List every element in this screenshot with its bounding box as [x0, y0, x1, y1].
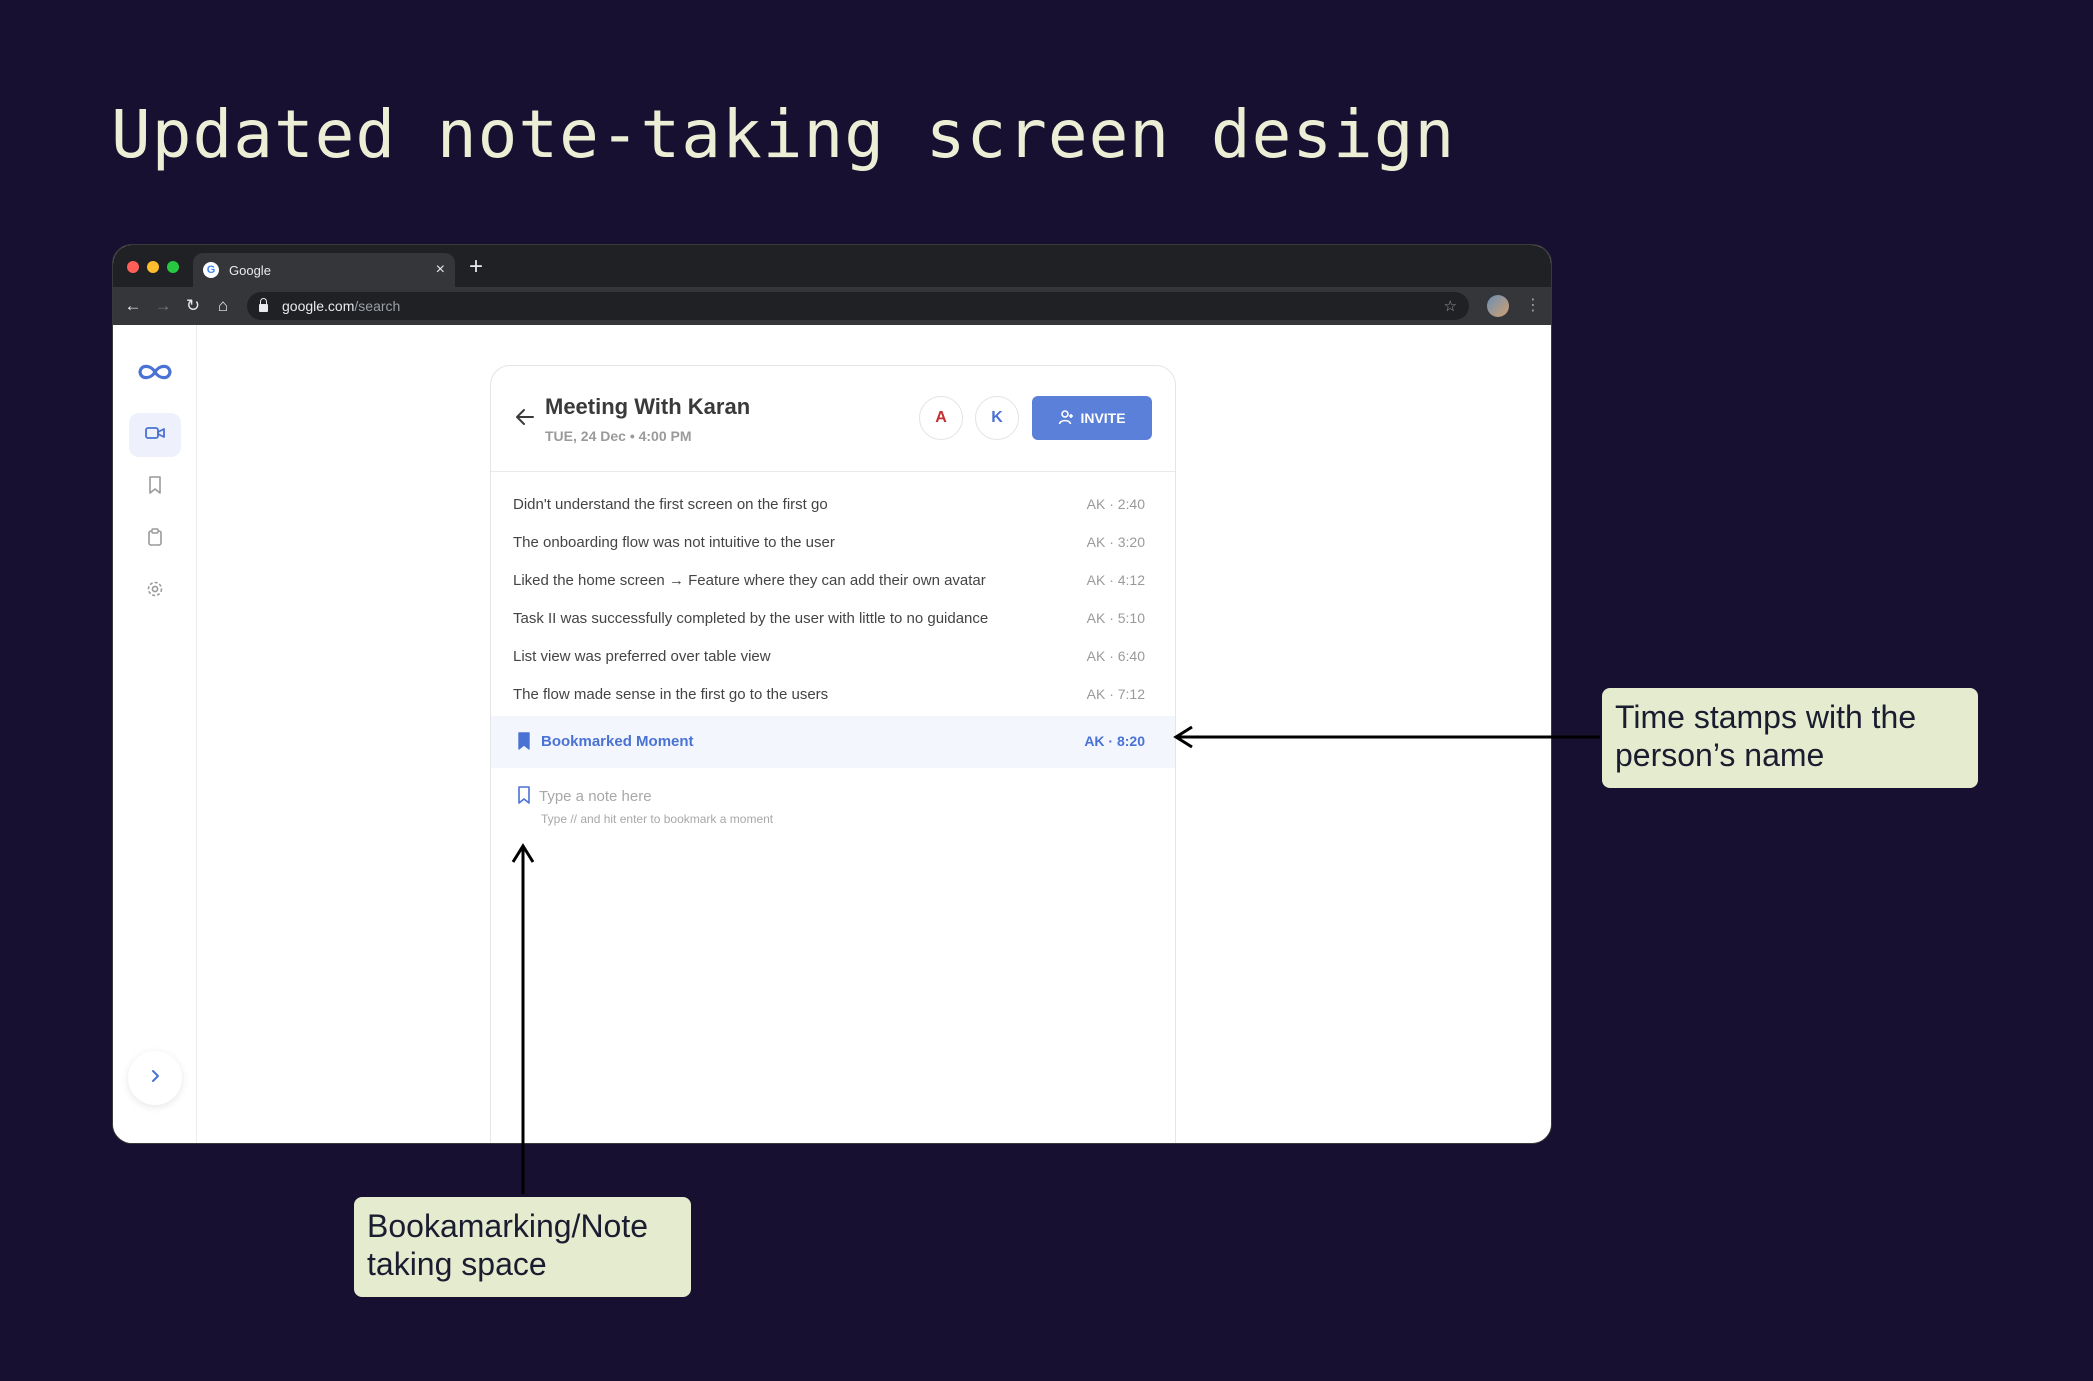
- note-timestamp: AK · 7:12: [1086, 686, 1145, 702]
- home-icon[interactable]: ⌂: [213, 296, 233, 316]
- app-area: Meeting With Karan TUE, 24 Dec • 4:00 PM…: [113, 325, 1551, 1143]
- tab-title: Google: [229, 262, 271, 278]
- sidebar-item-settings[interactable]: [129, 569, 181, 613]
- add-user-icon: [1058, 409, 1074, 428]
- note-text: Liked the home screen → Feature where th…: [513, 572, 986, 589]
- chevron-right-icon: [150, 1069, 160, 1088]
- note-timestamp: AK · 3:20: [1086, 534, 1145, 550]
- expand-sidebar-button[interactable]: [128, 1051, 182, 1105]
- note-input-hint: Type // and hit enter to bookmark a mome…: [541, 812, 774, 826]
- forward-icon[interactable]: →: [153, 296, 173, 316]
- browser-toolbar: ← → ↻ ⌂ google.com/search ☆ ⋮: [113, 287, 1551, 325]
- timestamps-annotation: Time stamps with the person’s name: [1602, 688, 1978, 788]
- address-bar[interactable]: google.com/search ☆: [247, 292, 1469, 320]
- note-text: List view was preferred over table view: [513, 648, 771, 665]
- note-row[interactable]: The onboarding flow was not intuitive to…: [491, 524, 1175, 562]
- invite-label: INVITE: [1080, 410, 1126, 426]
- note-text: Task II was successfully completed by th…: [513, 610, 989, 627]
- browser-tab-bar: G Google × +: [113, 245, 1551, 287]
- bookmark-timestamp: AK · 8:20: [1084, 733, 1145, 749]
- sidebar-item-bookmarks[interactable]: [129, 465, 181, 509]
- close-window-button[interactable]: [127, 261, 139, 273]
- bookmark-label: Bookmarked Moment: [541, 733, 694, 750]
- maximize-window-button[interactable]: [167, 261, 179, 273]
- minimize-window-button[interactable]: [147, 261, 159, 273]
- meeting-header: Meeting With Karan TUE, 24 Dec • 4:00 PM…: [491, 366, 1175, 472]
- browser-window: G Google × + ← → ↻ ⌂ google.com/search ☆…: [112, 244, 1552, 1144]
- note-space-annotation: Bookamarking/Note taking space: [354, 1197, 691, 1297]
- note-text: The flow made sense in the first go to t…: [513, 686, 829, 703]
- note-timestamp: AK · 6:40: [1086, 648, 1145, 664]
- infinity-logo-icon: [135, 361, 175, 388]
- note-timestamp: AK · 2:40: [1086, 496, 1145, 512]
- note-row[interactable]: List view was preferred over table view …: [491, 638, 1175, 676]
- sidebar: [113, 325, 197, 1143]
- note-input[interactable]: [539, 786, 939, 806]
- note-timestamp: AK · 5:10: [1086, 610, 1145, 626]
- video-icon: [145, 425, 165, 446]
- google-favicon-icon: G: [203, 262, 219, 278]
- url-path: /search: [354, 298, 401, 314]
- meeting-notes-card: Meeting With Karan TUE, 24 Dec • 4:00 PM…: [490, 365, 1176, 1143]
- sidebar-item-notes[interactable]: [129, 517, 181, 561]
- new-tab-button[interactable]: +: [469, 253, 483, 281]
- sidebar-item-meetings[interactable]: [129, 413, 181, 457]
- browser-menu-icon[interactable]: ⋮: [1525, 295, 1541, 315]
- participant-avatar[interactable]: K: [975, 396, 1019, 440]
- participant-avatar[interactable]: A: [919, 396, 963, 440]
- note-row[interactable]: The flow made sense in the first go to t…: [491, 676, 1175, 714]
- slide-title: Updated note-taking screen design: [111, 96, 1456, 173]
- back-arrow-icon[interactable]: [515, 408, 535, 431]
- bookmark-icon: [148, 475, 162, 499]
- tab-close-icon[interactable]: ×: [436, 261, 445, 279]
- note-row[interactable]: Task II was successfully completed by th…: [491, 600, 1175, 638]
- note-row[interactable]: Didn't understand the first screen on th…: [491, 486, 1175, 524]
- star-icon[interactable]: ☆: [1444, 297, 1457, 315]
- meeting-title: Meeting With Karan: [545, 394, 751, 419]
- bookmark-icon[interactable]: [517, 786, 531, 809]
- lock-icon: [259, 298, 268, 312]
- invite-button[interactable]: INVITE: [1032, 396, 1152, 440]
- bookmark-filled-icon: [517, 732, 531, 755]
- url-host: google.com: [282, 298, 355, 314]
- note-row[interactable]: Liked the home screen → Feature where th…: [491, 562, 1175, 600]
- gear-icon: [146, 580, 164, 603]
- note-text: Didn't understand the first screen on th…: [513, 496, 828, 513]
- profile-avatar[interactable]: [1487, 295, 1509, 317]
- browser-tab[interactable]: G Google ×: [193, 253, 455, 287]
- clipboard-icon: [147, 527, 163, 551]
- bookmarked-moment-row[interactable]: Bookmarked Moment AK · 8:20: [491, 716, 1175, 768]
- note-text: The onboarding flow was not intuitive to…: [513, 534, 835, 551]
- url-text: google.com/search: [282, 298, 400, 314]
- meeting-date: TUE, 24 Dec • 4:00 PM: [545, 428, 692, 444]
- reload-icon[interactable]: ↻: [183, 296, 203, 316]
- back-icon[interactable]: ←: [123, 296, 143, 316]
- note-timestamp: AK · 4:12: [1086, 572, 1145, 588]
